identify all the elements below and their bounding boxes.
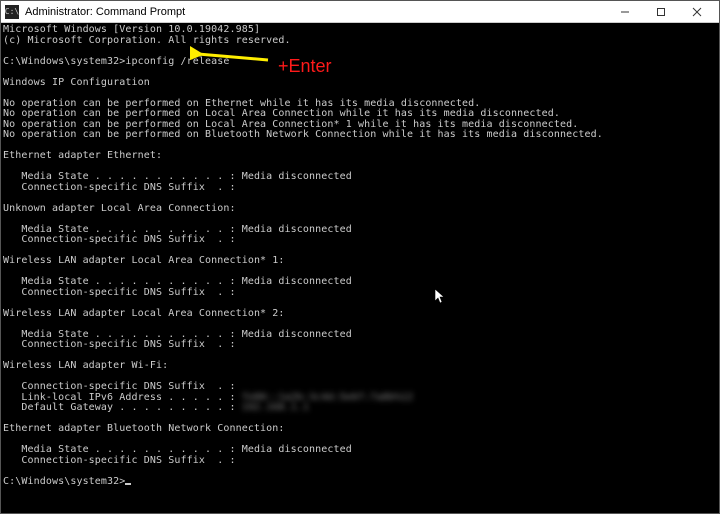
dns-suffix-line: Connection-specific DNS Suffix . : [3,182,236,193]
adapter-wlan-lac2-header: Wireless LAN adapter Local Area Connecti… [3,308,285,319]
cursor-icon [125,483,131,485]
command-prompt-window: C:\ Administrator: Command Prompt Micros… [0,0,720,514]
minimize-icon [620,7,630,17]
dns-suffix-line: Connection-specific DNS Suffix . : [3,339,236,350]
media-state-line: Media State . . . . . . . . . . . : Medi… [3,329,352,340]
maximize-icon [656,7,666,17]
noop-lac: No operation can be performed on Local A… [3,108,560,119]
adapter-wifi-header: Wireless LAN adapter Wi-Fi: [3,360,168,371]
titlebar[interactable]: C:\ Administrator: Command Prompt [1,1,719,23]
noop-lac1: No operation can be performed on Local A… [3,119,578,130]
adapter-wlan-lac1-header: Wireless LAN adapter Local Area Connecti… [3,255,285,266]
dns-suffix-line: Connection-specific DNS Suffix . : [3,455,236,466]
wifi-gateway-value-blurred: 192.168.1.1 [242,402,309,413]
maximize-button[interactable] [643,1,679,22]
adapter-ethernet-header: Ethernet adapter Ethernet: [3,150,162,161]
copyright-line: (c) Microsoft Corporation. All rights re… [3,35,291,46]
command-typed: ipconfig /release [125,56,229,67]
media-state-line: Media State . . . . . . . . . . . : Medi… [3,276,352,287]
wifi-ipv6-label: Link-local IPv6 Address . . . . . : [3,392,242,403]
close-icon [692,7,702,17]
adapter-unknown-lac-header: Unknown adapter Local Area Connection: [3,203,236,214]
noop-ethernet: No operation can be performed on Etherne… [3,98,480,109]
terminal-output[interactable]: Microsoft Windows [Version 10.0.19042.98… [1,23,719,513]
minimize-button[interactable] [607,1,643,22]
media-state-line: Media State . . . . . . . . . . . : Medi… [3,224,352,235]
ipconfig-header: Windows IP Configuration [3,77,150,88]
close-button[interactable] [679,1,715,22]
adapter-bluetooth-header: Ethernet adapter Bluetooth Network Conne… [3,423,285,434]
prompt-path: C:\Windows\system32> [3,56,125,67]
cmd-icon-glyph: C:\ [5,8,19,16]
wifi-ipv6-value-blurred: fe80::1a2b:3c4d:5e6f:7a8b%12 [242,392,413,403]
os-version-line: Microsoft Windows [Version 10.0.19042.98… [3,24,260,35]
dns-suffix-line: Connection-specific DNS Suffix . : [3,234,236,245]
wifi-gateway-label: Default Gateway . . . . . . . . . : [3,402,242,413]
prompt-path: C:\Windows\system32> [3,476,125,487]
media-state-line: Media State . . . . . . . . . . . : Medi… [3,444,352,455]
window-controls [607,1,715,22]
dns-suffix-line: Connection-specific DNS Suffix . : [3,381,236,392]
dns-suffix-line: Connection-specific DNS Suffix . : [3,287,236,298]
cmd-icon: C:\ [5,5,19,19]
media-state-line: Media State . . . . . . . . . . . : Medi… [3,171,352,182]
window-title: Administrator: Command Prompt [25,6,607,18]
noop-bluetooth: No operation can be performed on Bluetoo… [3,129,603,140]
